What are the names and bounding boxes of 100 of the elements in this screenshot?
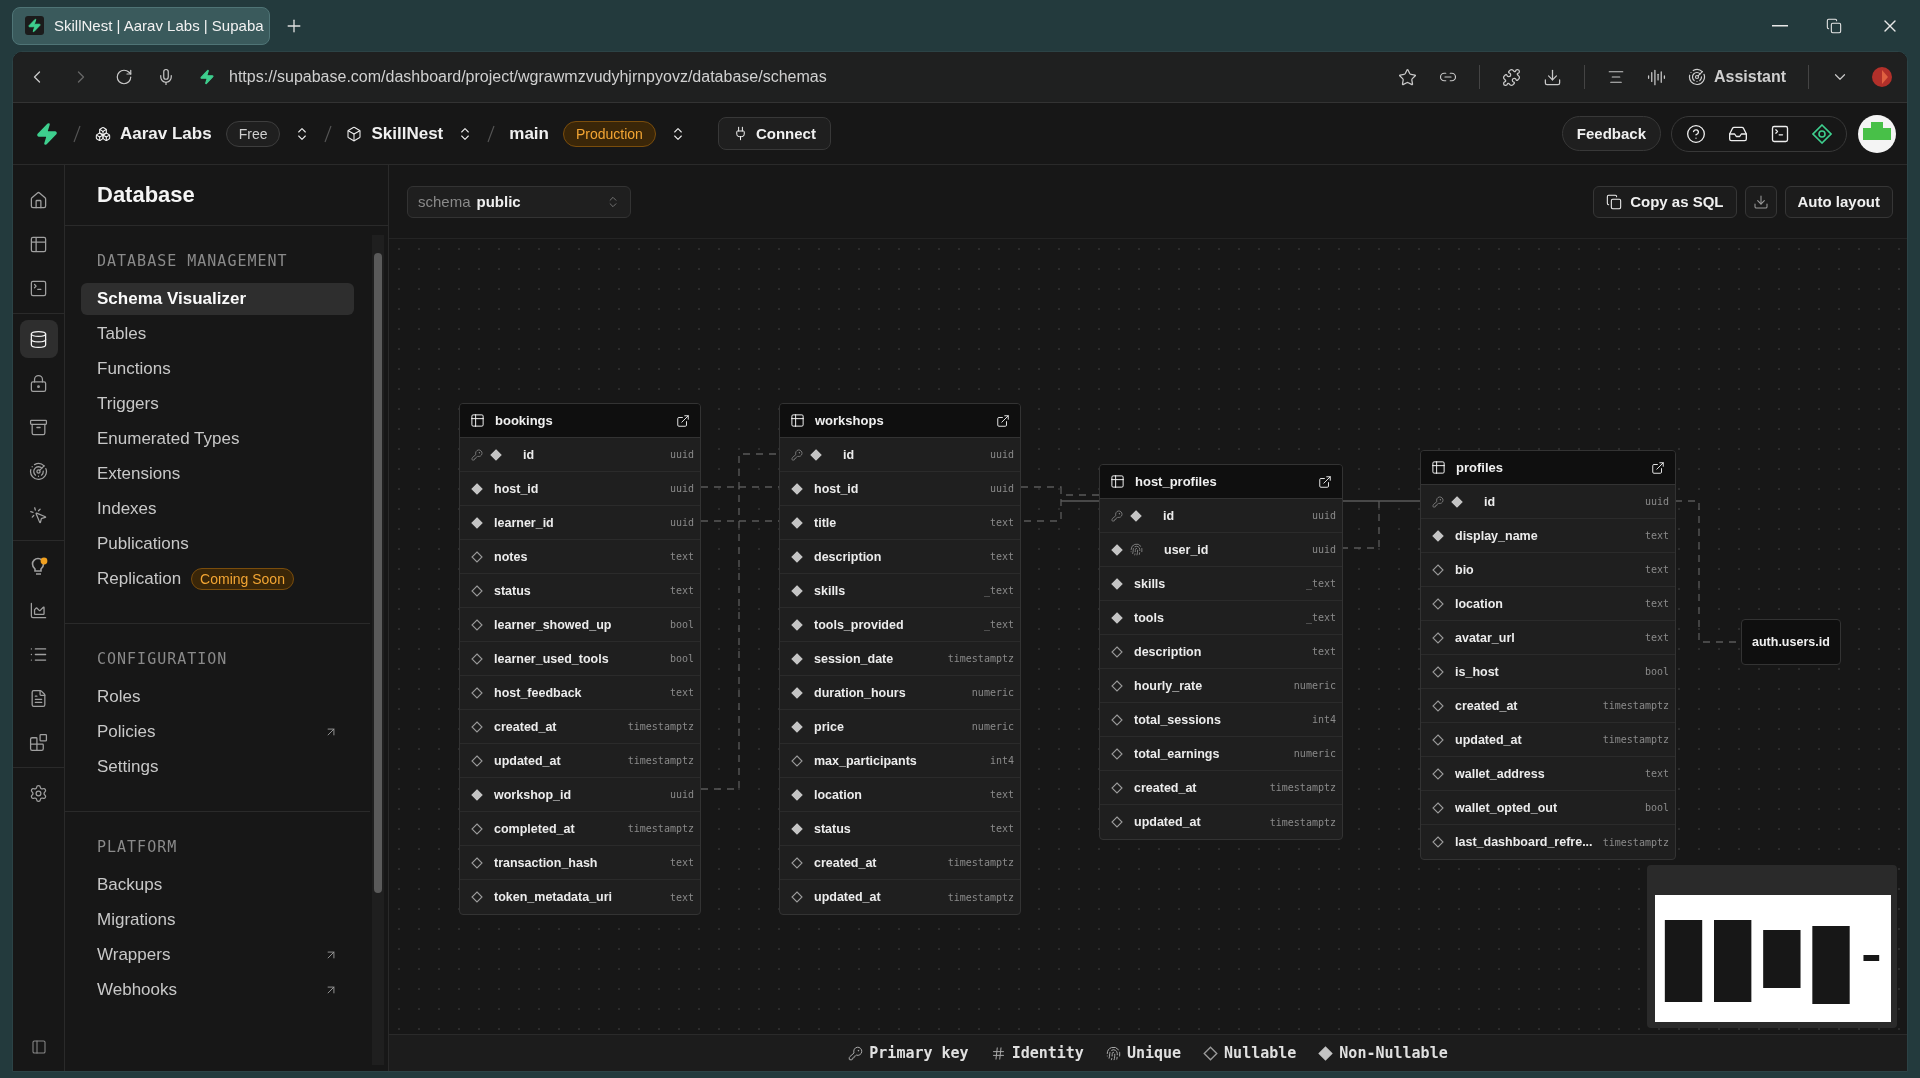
sidebar-item[interactable]: Publications [81, 528, 354, 560]
table-card[interactable] [1420, 450, 1676, 860]
auto-layout-button[interactable]: Auto layout [1784, 185, 1893, 218]
sidebar-item[interactable]: Indexes [81, 493, 354, 525]
browser-tab[interactable]: SkillNest | Aarav Labs | Supaba [12, 6, 270, 45]
diamond-icon [1451, 495, 1463, 508]
diamond-icon [471, 516, 483, 529]
diamond-outline-icon [1111, 713, 1123, 726]
sidebar-item[interactable]: Triggers [81, 388, 354, 420]
column-type: numeric [1293, 680, 1336, 691]
column-type: int4 [989, 755, 1014, 766]
legend-item: Primary key [848, 1044, 969, 1062]
diamond-outline-icon [1432, 597, 1444, 610]
external-link-icon [1318, 474, 1332, 489]
diamond-outline-icon [1203, 1045, 1219, 1061]
branch-selector[interactable]: main [509, 123, 549, 144]
nav-button[interactable] [19, 320, 58, 358]
download-button[interactable] [1744, 185, 1777, 218]
column-name: wallet_address [1455, 766, 1545, 781]
slash-icon [487, 124, 496, 143]
minimize-icon[interactable] [1772, 24, 1788, 27]
column-name: is_host [1455, 664, 1499, 679]
column-name: id [1484, 494, 1496, 509]
legend-item: Identity [990, 1044, 1084, 1062]
sidebar-item[interactable]: Migrations [81, 904, 354, 936]
slash-icon [73, 124, 81, 143]
copy-sql-button[interactable]: Copy as SQL [1593, 185, 1737, 218]
column-name: location [1455, 596, 1503, 611]
diamond-icon [791, 584, 803, 597]
diamond-outline-icon [1111, 645, 1123, 658]
diamond-outline-icon [471, 652, 483, 665]
table-card[interactable]: host_profiles id uuid user_id uuid skills _text tools _text description text hourly_rate numeric total_sessions int4 total_earnings numeric created_at timestamptz updated_at timestamptz [1099, 464, 1343, 840]
diamond-icon [791, 822, 803, 835]
column-name: status [494, 583, 531, 598]
reference-node[interactable]: auth.users.id [1741, 619, 1841, 665]
sidebar-item[interactable]: Extensions [81, 458, 354, 490]
column-name: workshop_id [494, 787, 572, 802]
sidebar-item[interactable]: Settings [81, 751, 354, 783]
sidebar-item[interactable]: Tables [81, 318, 354, 350]
sidebar-item[interactable]: Wrappers [81, 939, 354, 971]
column-name: tools_provided [814, 617, 904, 632]
url-field[interactable]: https://supabase.com/dashboard/project/wgrawmzvudyhjrnpyovz/database/schemas [229, 68, 827, 86]
column-type: text [989, 823, 1014, 834]
avatar[interactable] [1857, 113, 1897, 154]
sidebar-item[interactable]: Functions [81, 353, 354, 385]
column-name: created_at [1455, 698, 1518, 713]
puzzle-icon [1501, 67, 1521, 87]
column-name: skills [1134, 576, 1166, 591]
diamond-icon [791, 720, 803, 733]
diamond-outline-icon [471, 618, 483, 631]
column-name: total_earnings [1134, 746, 1220, 761]
minimap[interactable] [1647, 865, 1897, 1028]
column-type: timestamptz [627, 721, 694, 732]
diamond-icon [471, 788, 483, 801]
column-type: numeric [971, 687, 1014, 698]
project-selector[interactable]: SkillNest [346, 123, 444, 144]
column-type: _text [1305, 612, 1336, 623]
diamond-icon [791, 516, 803, 529]
scrollbar[interactable] [372, 235, 384, 1065]
column-name: display_name [1455, 528, 1538, 543]
sidebar-item[interactable]: Backups [81, 869, 354, 901]
column-name: total_sessions [1134, 712, 1221, 727]
plan-badge: Free [225, 120, 281, 147]
connect-button[interactable]: Connect [717, 117, 831, 150]
column-name: learner_used_tools [494, 651, 609, 666]
sidebar-item[interactable]: Webhooks [81, 974, 354, 1006]
sidebar-item[interactable]: Schema Visualizer [81, 283, 354, 315]
feedback-button[interactable]: Feedback [1561, 116, 1661, 151]
column-name: host_id [494, 481, 539, 496]
document-icon [29, 688, 48, 708]
table-card[interactable] [779, 403, 1021, 915]
database-icon [29, 329, 48, 349]
column-type: text [669, 891, 694, 903]
organization-selector[interactable]: Aarav Labs [95, 123, 212, 144]
diamond-icon [791, 618, 803, 631]
sidebar-item[interactable]: Replication Coming Soon [81, 563, 354, 595]
diamond-outline-icon [1432, 733, 1444, 746]
column-name: user_id [1164, 542, 1209, 557]
sidebar-item[interactable]: Policies [81, 716, 354, 748]
table-icon [29, 234, 48, 254]
hash-icon [990, 1045, 1006, 1061]
column-name: updated_at [1455, 732, 1522, 747]
sidebar-item[interactable]: Enumerated Types [81, 423, 354, 455]
diamond-icon[interactable] [1812, 123, 1832, 144]
table-name: profiles [1456, 460, 1504, 475]
diamond-outline-icon [471, 584, 483, 597]
sidebar-item[interactable]: Roles [81, 681, 354, 713]
column-type: text [1644, 530, 1669, 541]
schema-selector[interactable]: schema public [407, 185, 631, 218]
fingerprint-icon [1105, 1045, 1121, 1061]
diamond-outline-icon [1432, 767, 1444, 780]
section-heading: CONFIGURATION [97, 650, 229, 668]
diamond-outline-icon [1111, 747, 1123, 760]
diamond-icon [810, 448, 822, 461]
diamond-outline-icon [1432, 836, 1444, 848]
table-card[interactable] [459, 403, 701, 915]
profile-icon[interactable] [1871, 66, 1893, 88]
assistant-button[interactable]: Assistant [1687, 68, 1786, 86]
column-name: notes [494, 549, 528, 564]
legend-item: Unique [1105, 1044, 1182, 1062]
